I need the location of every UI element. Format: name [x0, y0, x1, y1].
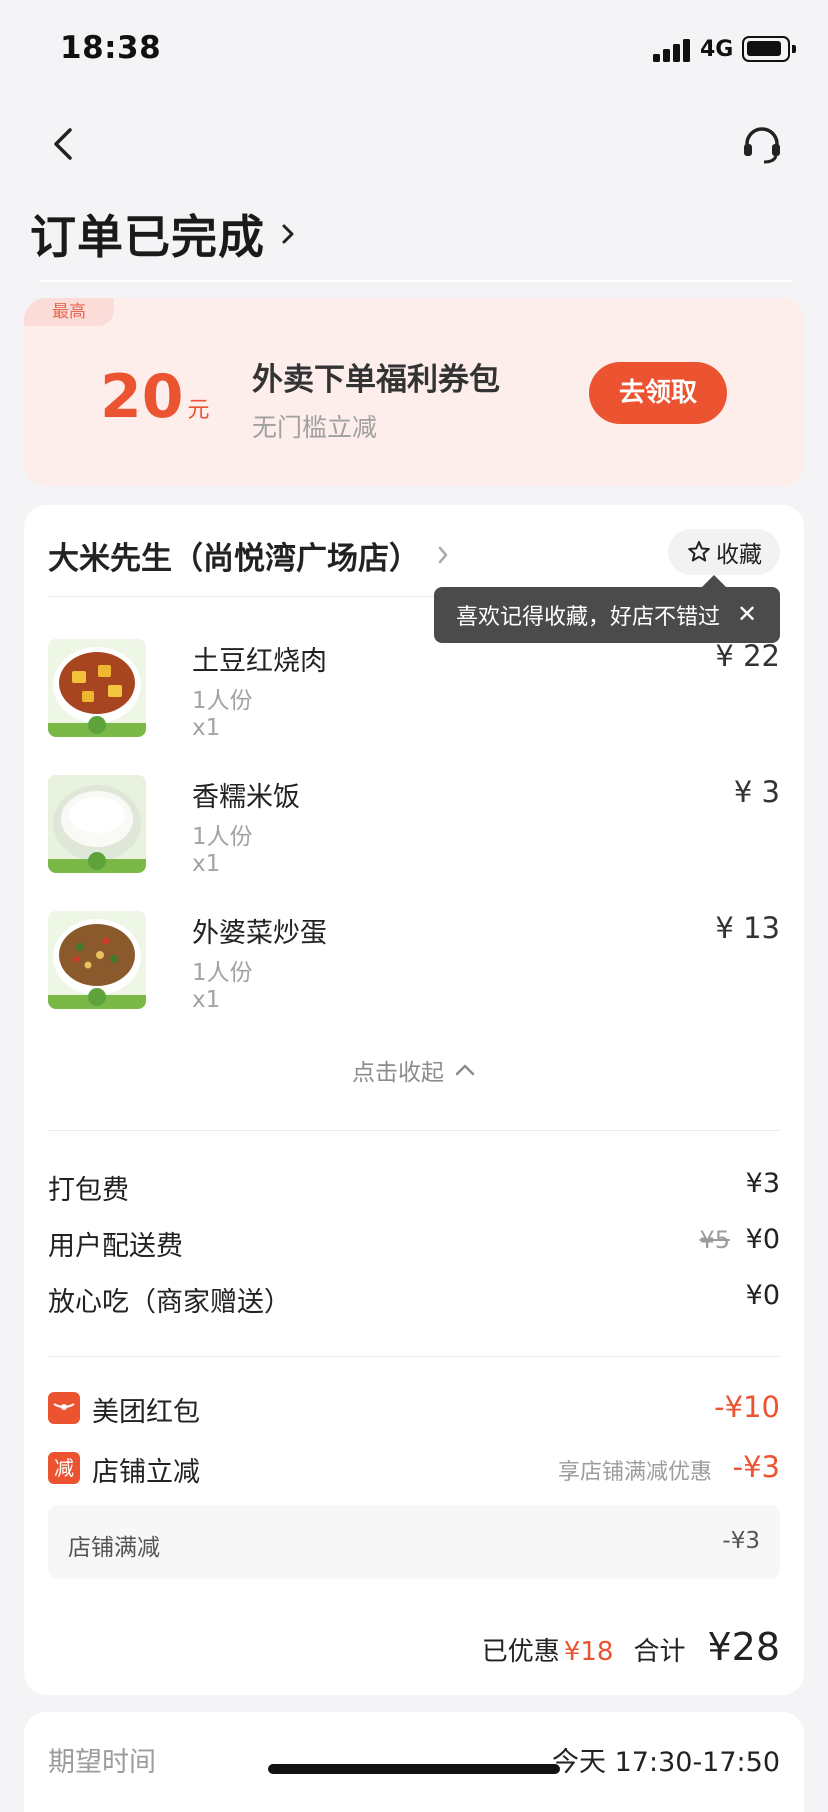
discount-value: -¥10: [714, 1390, 780, 1424]
tooltip-text: 喜欢记得收藏，好店不错过: [456, 605, 721, 630]
fee-label: 放心吃（商家赠送）: [48, 1287, 291, 1318]
dish-image: [48, 911, 146, 1009]
chevron-right-icon: [438, 546, 448, 564]
saved-label: 已优惠: [481, 1637, 560, 1667]
total-row: 已优惠 ¥18 合计 ¥28: [482, 1625, 780, 1673]
fee-original-price: ¥5: [699, 1226, 730, 1254]
tooltip-close-button[interactable]: ✕: [734, 601, 760, 627]
order-item[interactable]: 土豆红烧肉 1人份 x1 ¥ 22: [48, 639, 780, 757]
shop-link[interactable]: 大米先生（尚悦湾广场店）: [48, 531, 450, 579]
headset-icon: [744, 127, 780, 164]
claim-coupon-button[interactable]: 去领取: [589, 362, 727, 424]
order-item[interactable]: 香糯米饭 1人份 x1 ¥ 3: [48, 775, 780, 893]
discount-detail-box: 店铺满减 -¥3: [48, 1505, 780, 1579]
order-card: 大米先生（尚悦湾广场店） 收藏 喜欢记得收藏，好店不错过 ✕ 土豆红烧肉 1人份…: [24, 505, 804, 1695]
signal-icon: [653, 38, 693, 62]
divider: [48, 1356, 780, 1357]
chevron-up-icon: [455, 1064, 475, 1076]
item-quantity: x1: [192, 715, 221, 741]
fee-value: ¥3: [745, 1168, 780, 1199]
coupon-amount-unit: 元: [187, 398, 210, 423]
item-name: 外婆菜炒蛋: [192, 918, 327, 949]
battery-icon: [742, 36, 796, 62]
coupon-title: 外卖下单福利券包: [252, 362, 500, 398]
back-button[interactable]: [46, 122, 82, 166]
fee-label: 用户配送费: [48, 1231, 183, 1262]
item-portion: 1人份: [192, 960, 253, 986]
home-indicator[interactable]: [268, 1764, 560, 1774]
item-quantity: x1: [192, 987, 221, 1013]
divider: [40, 280, 792, 282]
divider: [48, 1130, 780, 1131]
item-name: 香糯米饭: [192, 782, 300, 813]
discount-row-redpacket: 美团红包 -¥10: [48, 1390, 780, 1430]
order-status-link[interactable]: 订单已完成: [30, 202, 297, 266]
fee-value: ¥0: [745, 1280, 780, 1311]
item-price: ¥ 3: [733, 775, 780, 809]
order-item[interactable]: 外婆菜炒蛋 1人份 x1 ¥ 13: [48, 911, 780, 1029]
status-time: 18:38: [60, 30, 162, 66]
fee-row-insurance: 放心吃（商家赠送） ¥0: [48, 1280, 780, 1320]
coupon-tag: 最高: [24, 298, 114, 326]
chevron-right-icon: [282, 224, 294, 244]
discount-value: -¥3: [732, 1450, 780, 1484]
network-label: 4G: [700, 37, 734, 62]
discount-icon: 减: [48, 1452, 80, 1484]
discount-detail-label: 店铺满减: [68, 1535, 160, 1561]
chevron-left-icon: [54, 128, 72, 160]
dish-image: [48, 775, 146, 873]
fee-value: ¥0: [745, 1224, 780, 1255]
red-packet-icon: [48, 1392, 80, 1424]
item-quantity: x1: [192, 851, 221, 877]
collapse-items-button[interactable]: 点击收起: [24, 1053, 804, 1087]
total-value: ¥28: [707, 1625, 780, 1669]
coupon-amount: 20 元: [100, 362, 210, 432]
favorite-button[interactable]: 收藏: [668, 529, 780, 575]
item-price: ¥ 13: [715, 911, 780, 945]
total-label: 合计: [633, 1637, 686, 1667]
delivery-info-card: 期望时间 今天 17:30-17:50: [24, 1712, 804, 1812]
shop-name: 大米先生（尚悦湾广场店）: [48, 540, 420, 577]
item-price: ¥ 22: [715, 639, 780, 673]
status-bar: 18:38 4G: [0, 0, 828, 100]
favorite-tooltip: 喜欢记得收藏，好店不错过 ✕: [434, 575, 780, 643]
expected-time-label: 期望时间: [48, 1747, 156, 1778]
fee-row-delivery: 用户配送费 ¥5 ¥0: [48, 1224, 780, 1264]
favorite-label: 收藏: [716, 542, 762, 568]
item-portion: 1人份: [192, 688, 253, 714]
item-name: 土豆红烧肉: [192, 646, 327, 677]
discount-label: 店铺立减: [92, 1457, 200, 1488]
discount-row-shop: 减 店铺立减 享店铺满减优惠 -¥3: [48, 1450, 780, 1490]
coupon-amount-value: 20: [100, 362, 184, 432]
coupon-card: 最高 20 元 外卖下单福利券包 无门槛立减 去领取: [24, 298, 804, 486]
fee-row-packaging: 打包费 ¥3: [48, 1168, 780, 1208]
fee-label: 打包费: [48, 1175, 129, 1206]
coupon-subtitle: 无门槛立减: [252, 413, 378, 442]
star-icon: [688, 541, 710, 562]
item-portion: 1人份: [192, 824, 253, 850]
discount-label: 美团红包: [92, 1397, 200, 1428]
discount-detail-value: -¥3: [722, 1528, 760, 1554]
discount-note: 享店铺满减优惠: [557, 1460, 712, 1485]
page-title: 订单已完成: [30, 210, 265, 264]
dish-image: [48, 639, 146, 737]
saved-value: ¥18: [563, 1637, 614, 1667]
expected-time-value: 今天 17:30-17:50: [552, 1747, 780, 1778]
collapse-label: 点击收起: [352, 1060, 444, 1086]
customer-service-button[interactable]: [740, 122, 784, 166]
